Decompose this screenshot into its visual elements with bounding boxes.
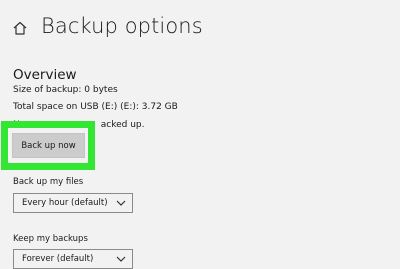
backup-frequency-label: Back up my files: [13, 177, 84, 187]
overview-heading: Overview: [13, 67, 77, 83]
keep-backups-select[interactable]: Forever (default): [13, 249, 133, 269]
total-space-text: Total space on USB (E:) (E:): 3.72 GB: [13, 102, 178, 112]
home-icon[interactable]: [12, 20, 28, 36]
keep-backups-value: Forever (default): [22, 254, 94, 264]
chevron-down-icon: [116, 256, 126, 262]
backup-frequency-select[interactable]: Every hour (default): [13, 193, 133, 213]
page-title: Backup options: [41, 14, 203, 38]
backup-size-text: Size of backup: 0 bytes: [13, 85, 118, 95]
back-up-now-button[interactable]: Back up now: [12, 133, 85, 158]
keep-backups-label: Keep my backups: [13, 234, 88, 244]
backup-frequency-value: Every hour (default): [22, 198, 108, 208]
chevron-down-icon: [116, 200, 126, 206]
